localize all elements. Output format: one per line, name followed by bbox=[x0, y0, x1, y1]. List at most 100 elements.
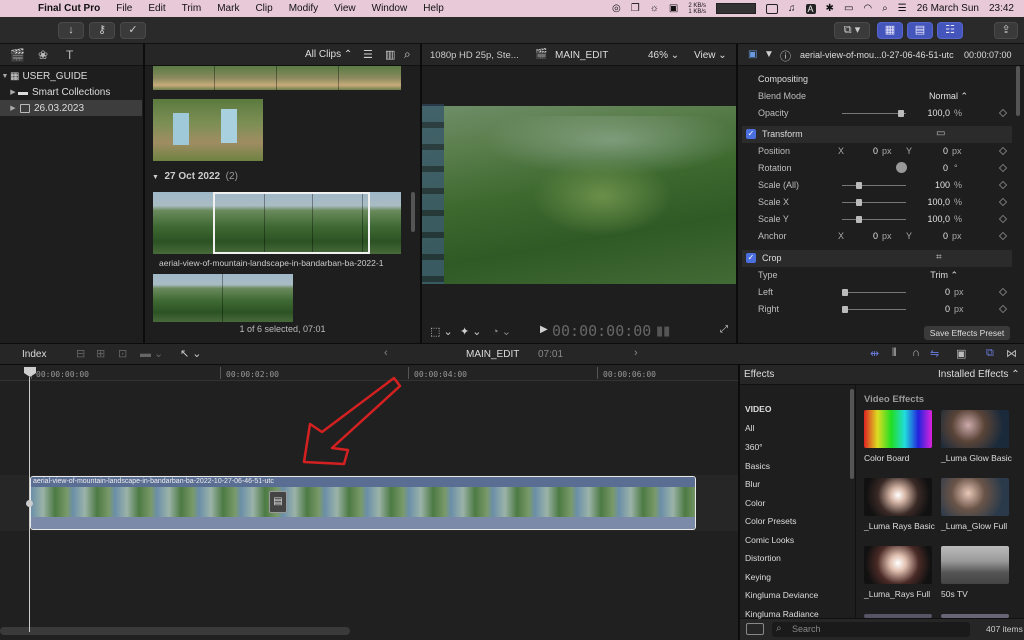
video-inspector-icon[interactable]: ▣ bbox=[748, 49, 757, 60]
menu-help[interactable]: Help bbox=[415, 3, 452, 14]
event-26-03-2023[interactable]: ▶ 26.03.2023 bbox=[0, 100, 142, 116]
clip-thumbnail-second[interactable] bbox=[153, 274, 293, 322]
anchor-x-value[interactable]: 0 bbox=[858, 231, 878, 241]
menu-view[interactable]: View bbox=[326, 3, 364, 14]
keyframe-icon[interactable] bbox=[998, 231, 1008, 241]
list-view-icon[interactable]: ☰ bbox=[363, 48, 373, 61]
clip-appearance-icon[interactable]: ▣ bbox=[956, 347, 966, 360]
crop-section[interactable]: ✓ Crop ⌗ bbox=[742, 250, 1012, 267]
browser-scrollbar[interactable] bbox=[411, 192, 415, 232]
category-basics[interactable]: Basics bbox=[745, 461, 770, 471]
category-kingluma-radiance[interactable]: Kingluma Radiance bbox=[745, 609, 819, 619]
crop-onscreen-icon[interactable]: ⌗ bbox=[936, 252, 942, 263]
transitions-browser-icon[interactable]: ⋈ bbox=[1006, 347, 1017, 360]
search-icon[interactable]: ⌕ bbox=[404, 47, 411, 62]
library-user-guide[interactable]: ▼ ▦ USER_GUIDE bbox=[0, 68, 142, 84]
color-inspector-icon[interactable]: ▼ bbox=[764, 49, 774, 60]
overwrite-clip-icon[interactable]: ▬ ⌄ bbox=[140, 347, 163, 360]
crop-right-value[interactable]: 0 bbox=[918, 304, 950, 314]
effects-browser-icon[interactable]: ⧉ bbox=[986, 347, 994, 360]
transform-checkbox[interactable]: ✓ bbox=[746, 129, 756, 139]
transform-tool-icon[interactable]: ⬚ ⌄ bbox=[430, 325, 453, 338]
view-dropdown[interactable]: View ⌄ bbox=[694, 50, 727, 61]
window-icon[interactable]: ❐ bbox=[631, 3, 640, 14]
headphones-icon[interactable]: ♫ bbox=[788, 3, 796, 14]
fullscreen-icon[interactable]: ⤢ bbox=[720, 324, 728, 335]
keyframe-icon[interactable] bbox=[998, 304, 1008, 314]
keyframe-icon[interactable] bbox=[998, 197, 1008, 207]
inspector-toggle-button[interactable]: ☷ bbox=[937, 22, 963, 39]
menu-mark[interactable]: Mark bbox=[209, 3, 247, 14]
smart-collections[interactable]: ▶ ▬ Smart Collections bbox=[0, 84, 142, 100]
category-all[interactable]: All bbox=[745, 423, 754, 433]
forward-arrow-icon[interactable]: › bbox=[634, 347, 638, 359]
timeline-clip[interactable]: aerial-view-of-mountain-landscape-in-ban… bbox=[30, 476, 696, 530]
wifi-icon[interactable]: ◠ bbox=[863, 3, 872, 14]
inspector-scrollbar[interactable] bbox=[1016, 66, 1020, 116]
anchor-y-value[interactable]: 0 bbox=[926, 231, 948, 241]
effect-thumbnail-color-board[interactable] bbox=[864, 410, 932, 448]
battery-icon[interactable]: ▭ bbox=[844, 3, 853, 14]
browser-toggle-button[interactable]: ▦ bbox=[877, 22, 903, 39]
category-blur[interactable]: Blur bbox=[745, 479, 760, 489]
libraries-icon[interactable]: 🎬 bbox=[10, 48, 25, 62]
transform-section[interactable]: ✓ Transform ▭ bbox=[742, 126, 1012, 143]
effect-thumbnail-partial[interactable] bbox=[864, 614, 932, 618]
magic-wand-icon[interactable]: ✦ ⌄ bbox=[460, 325, 482, 338]
zoom-dropdown[interactable]: 46% ⌄ bbox=[648, 50, 679, 61]
back-arrow-icon[interactable]: ‹ bbox=[384, 347, 388, 359]
keyframe-icon[interactable] bbox=[998, 180, 1008, 190]
append-clip-icon[interactable]: ⊡ bbox=[118, 347, 127, 360]
crop-right-slider[interactable] bbox=[842, 306, 906, 313]
crop-left-knob[interactable] bbox=[842, 289, 848, 296]
clip-thumbnail-partial[interactable] bbox=[153, 66, 401, 90]
play-icon[interactable]: ▶ bbox=[540, 324, 548, 335]
transform-onscreen-icon[interactable]: ▭ bbox=[936, 128, 945, 139]
filmstrip-icon[interactable]: ▥ bbox=[385, 48, 395, 61]
menu-window[interactable]: Window bbox=[364, 3, 416, 14]
info-icon[interactable]: ⓘ bbox=[780, 48, 791, 64]
scale-all-value[interactable]: 100 bbox=[918, 180, 950, 190]
brightness-icon[interactable]: ☼ bbox=[650, 3, 659, 14]
keyframe-icon[interactable] bbox=[998, 108, 1008, 118]
category-keying[interactable]: Keying bbox=[745, 572, 771, 582]
speed-icon[interactable]: ◔ ⌄ bbox=[492, 325, 511, 338]
timeline-project-name[interactable]: MAIN_EDIT bbox=[466, 349, 519, 360]
menu-app[interactable]: Final Cut Pro bbox=[30, 3, 108, 14]
effect-thumbnail-luma-glow-full[interactable] bbox=[941, 478, 1009, 516]
index-button[interactable]: Index bbox=[22, 349, 46, 360]
scale-x-slider[interactable] bbox=[842, 199, 906, 206]
effect-thumbnail-luma-glow-basic[interactable] bbox=[941, 410, 1009, 448]
scale-all-slider[interactable] bbox=[842, 182, 906, 189]
font-icon[interactable]: A bbox=[805, 3, 816, 14]
photos-audio-icon[interactable]: ❀ bbox=[38, 48, 48, 62]
category-360[interactable]: 360° bbox=[745, 442, 763, 452]
crop-type-dropdown[interactable]: Trim ⌃ bbox=[918, 270, 958, 281]
sidebar-toggle-icon[interactable] bbox=[746, 623, 764, 635]
category-video[interactable]: VIDEO bbox=[745, 404, 771, 414]
menu-edit[interactable]: Edit bbox=[140, 3, 173, 14]
crop-left-slider[interactable] bbox=[842, 289, 906, 296]
menu-clip[interactable]: Clip bbox=[247, 3, 280, 14]
scale-x-knob[interactable] bbox=[856, 199, 862, 206]
category-comic-looks[interactable]: Comic Looks bbox=[745, 535, 794, 545]
blend-mode-dropdown[interactable]: Normal ⌃ bbox=[918, 91, 968, 102]
creative-cloud-icon[interactable]: ◎ bbox=[612, 3, 621, 14]
keyframe-icon[interactable] bbox=[998, 214, 1008, 224]
disclosure-open-icon[interactable]: ▼ bbox=[152, 174, 159, 181]
video-frame[interactable] bbox=[422, 106, 736, 284]
save-effects-preset-button[interactable]: Save Effects Preset bbox=[924, 326, 1010, 340]
titles-generators-icon[interactable]: T bbox=[66, 48, 73, 62]
installed-effects-dropdown[interactable]: Installed Effects ⌃ bbox=[938, 369, 1020, 380]
compositing-section[interactable]: Compositing bbox=[742, 71, 1012, 88]
scale-y-slider[interactable] bbox=[842, 216, 906, 223]
keyframe-icon[interactable] bbox=[998, 287, 1008, 297]
rotation-value[interactable]: 0 bbox=[926, 163, 948, 173]
disclosure-open-icon[interactable]: ▼ bbox=[0, 73, 10, 80]
disclosure-closed-icon[interactable]: ▶ bbox=[8, 88, 18, 96]
search-menu-icon[interactable]: ⌕ bbox=[882, 3, 888, 14]
timecode-display[interactable]: 00:00:00:00 bbox=[552, 322, 651, 340]
scale-x-value[interactable]: 100,0 bbox=[918, 197, 950, 207]
menu-file[interactable]: File bbox=[108, 3, 140, 14]
scale-y-knob[interactable] bbox=[856, 216, 862, 223]
